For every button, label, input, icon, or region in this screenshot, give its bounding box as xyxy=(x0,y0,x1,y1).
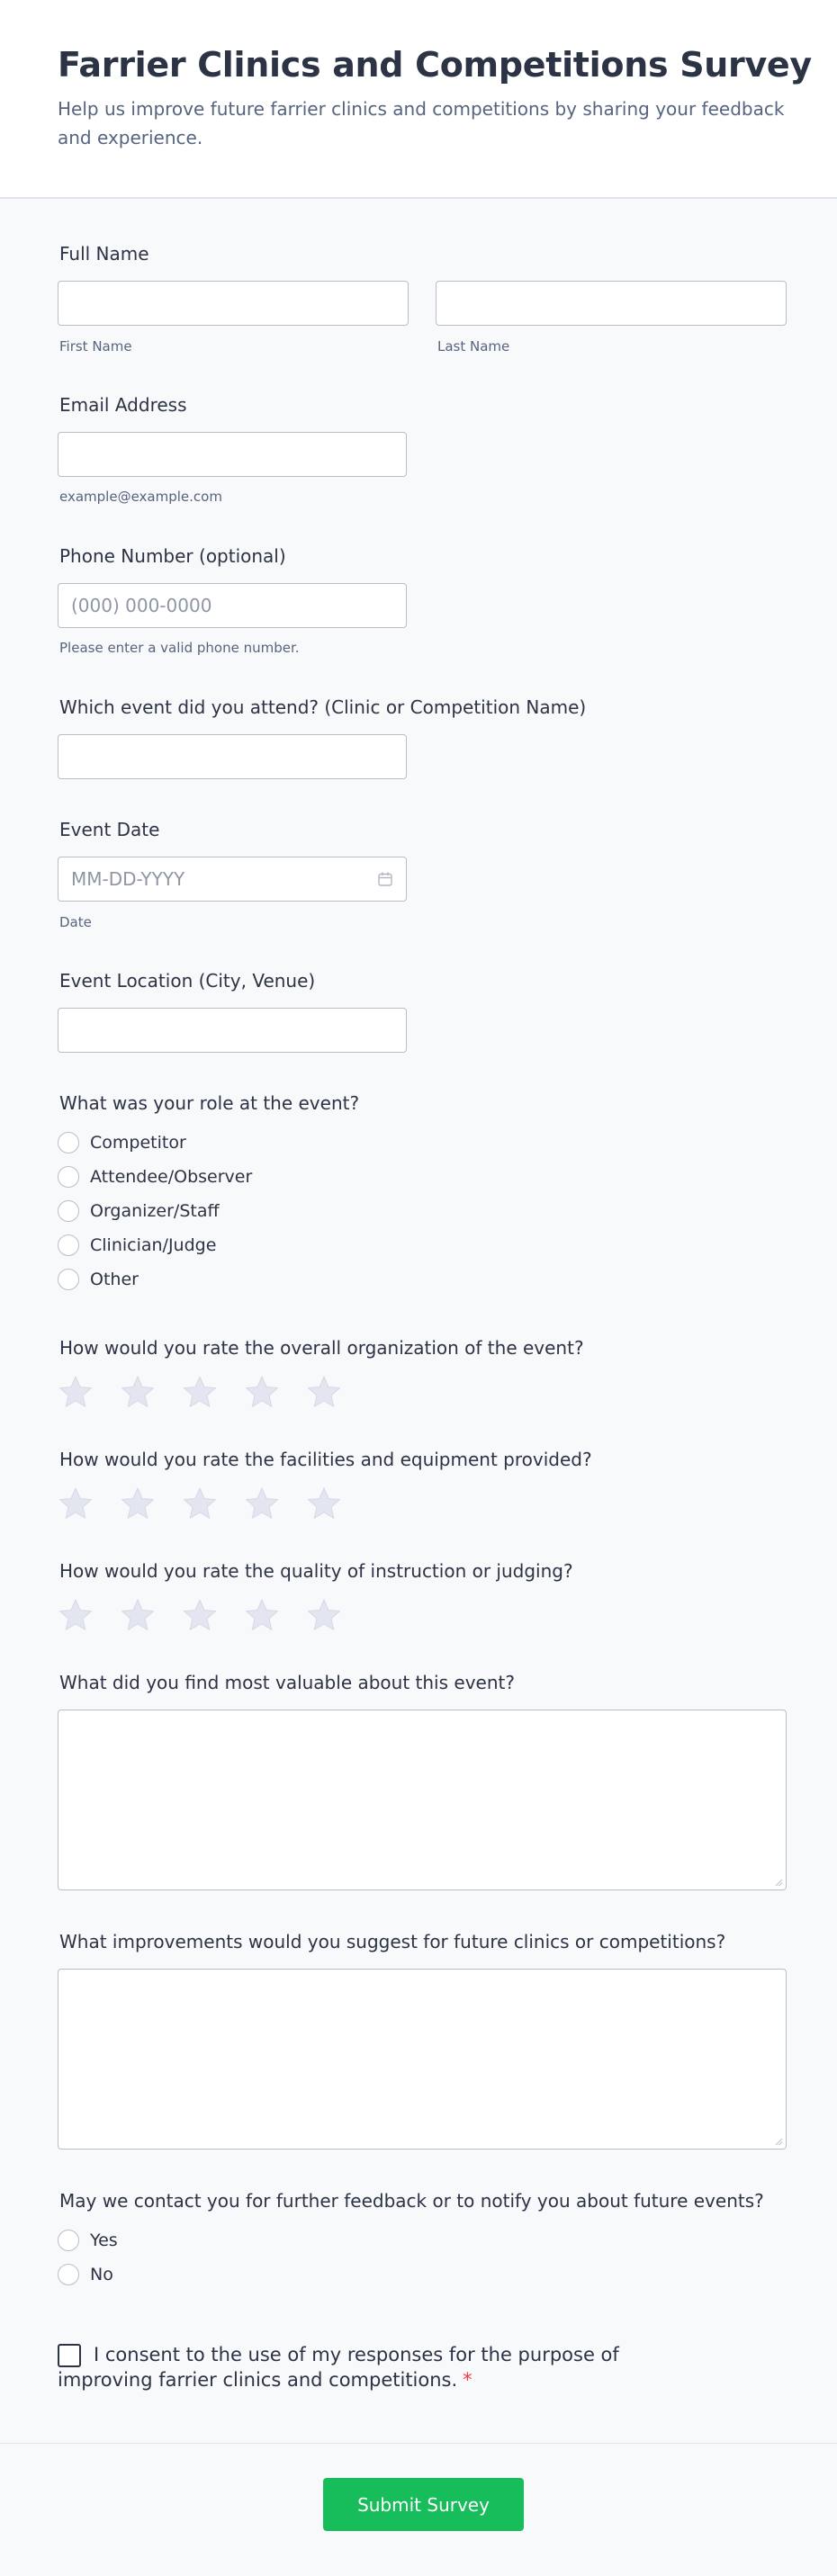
star-icon[interactable] xyxy=(306,1485,342,1521)
event-date-label: Event Date xyxy=(59,819,160,840)
star-icon[interactable] xyxy=(58,1374,94,1410)
valuable-textarea[interactable] xyxy=(58,1710,787,1890)
role-option-organizer[interactable]: Organizer/Staff xyxy=(58,1198,220,1224)
radio-button[interactable] xyxy=(58,2230,79,2251)
calendar-icon[interactable] xyxy=(377,871,393,887)
star-icon[interactable] xyxy=(182,1597,218,1633)
page-subtitle: Help us improve future farrier clinics a… xyxy=(58,98,785,148)
contact-option-no[interactable]: No xyxy=(58,2262,113,2287)
star-icon[interactable] xyxy=(58,1597,94,1633)
rating-facilities-label: How would you rate the facilities and eq… xyxy=(59,1449,592,1470)
radio-label: Clinician/Judge xyxy=(90,1235,217,1255)
star-icon[interactable] xyxy=(244,1374,280,1410)
email-label: Email Address xyxy=(59,394,187,416)
valuable-label: What did you find most valuable about th… xyxy=(59,1672,515,1693)
event-name-label: Which event did you attend? (Clinic or C… xyxy=(59,696,587,718)
consent-checkbox[interactable] xyxy=(58,2344,81,2367)
page-title: Farrier Clinics and Competitions Survey xyxy=(58,45,812,85)
role-option-attendee[interactable]: Attendee/Observer xyxy=(58,1164,252,1189)
consent-label: I consent to the use of my responses for… xyxy=(58,2344,619,2391)
event-date-placeholder: MM-DD-YYYY xyxy=(71,868,185,890)
event-location-label: Event Location (City, Venue) xyxy=(59,970,316,992)
rating-organization-label: How would you rate the overall organizat… xyxy=(59,1337,584,1359)
rating-organization-stars xyxy=(58,1374,368,1410)
star-icon[interactable] xyxy=(120,1485,156,1521)
phone-placeholder: (000) 000-0000 xyxy=(71,595,212,616)
contact-option-yes[interactable]: Yes xyxy=(58,2228,118,2253)
radio-label: Competitor xyxy=(90,1133,186,1153)
first-name-input[interactable] xyxy=(58,281,409,326)
submit-button[interactable]: Submit Survey xyxy=(323,2478,524,2531)
resize-handle-icon[interactable] xyxy=(774,1878,783,1887)
last-name-input[interactable] xyxy=(436,281,787,326)
radio-button[interactable] xyxy=(58,2264,79,2285)
form-header: Farrier Clinics and Competitions Survey … xyxy=(0,0,837,199)
first-name-sublabel: First Name xyxy=(59,338,132,355)
phone-field[interactable]: (000) 000-0000 xyxy=(58,583,407,628)
radio-button[interactable] xyxy=(58,1234,79,1256)
star-icon[interactable] xyxy=(182,1485,218,1521)
contact-label: May we contact you for further feedback … xyxy=(59,2190,764,2212)
radio-label: Attendee/Observer xyxy=(90,1167,253,1187)
improvements-textarea[interactable] xyxy=(58,1969,787,2150)
improvements-label: What improvements would you suggest for … xyxy=(59,1931,726,1952)
radio-label: Yes xyxy=(90,2230,118,2250)
star-icon[interactable] xyxy=(120,1597,156,1633)
star-icon[interactable] xyxy=(244,1597,280,1633)
event-name-input[interactable] xyxy=(58,734,407,779)
star-icon[interactable] xyxy=(58,1485,94,1521)
radio-label: Organizer/Staff xyxy=(90,1201,220,1221)
phone-sublabel: Please enter a valid phone number. xyxy=(59,640,300,656)
event-location-input[interactable] xyxy=(58,1008,407,1053)
consent-text: I consent to the use of my responses for… xyxy=(58,2342,706,2392)
radio-button[interactable] xyxy=(58,1269,79,1290)
event-date-input[interactable]: MM-DD-YYYY xyxy=(58,857,407,902)
rating-instruction-label: How would you rate the quality of instru… xyxy=(59,1560,573,1582)
radio-label: Other xyxy=(90,1270,139,1289)
radio-button[interactable] xyxy=(58,1200,79,1222)
radio-button[interactable] xyxy=(58,1166,79,1188)
rating-instruction-stars xyxy=(58,1597,368,1633)
role-option-clinician[interactable]: Clinician/Judge xyxy=(58,1233,216,1258)
star-icon[interactable] xyxy=(306,1597,342,1633)
star-icon[interactable] xyxy=(306,1374,342,1410)
event-date-sublabel: Date xyxy=(59,914,92,930)
required-mark: * xyxy=(463,2369,472,2391)
email-field[interactable] xyxy=(58,432,407,477)
star-icon[interactable] xyxy=(120,1374,156,1410)
phone-label: Phone Number (optional) xyxy=(59,545,286,567)
star-icon[interactable] xyxy=(182,1374,218,1410)
radio-label: No xyxy=(90,2265,113,2284)
full-name-label: Full Name xyxy=(59,243,149,265)
radio-button[interactable] xyxy=(58,1132,79,1153)
last-name-sublabel: Last Name xyxy=(437,338,510,355)
star-icon[interactable] xyxy=(244,1485,280,1521)
role-option-other[interactable]: Other xyxy=(58,1267,139,1292)
rating-facilities-stars xyxy=(58,1485,368,1521)
email-sublabel: example@example.com xyxy=(59,489,222,505)
role-option-competitor[interactable]: Competitor xyxy=(58,1130,186,1155)
role-label: What was your role at the event? xyxy=(59,1092,360,1114)
resize-handle-icon[interactable] xyxy=(774,2137,783,2146)
